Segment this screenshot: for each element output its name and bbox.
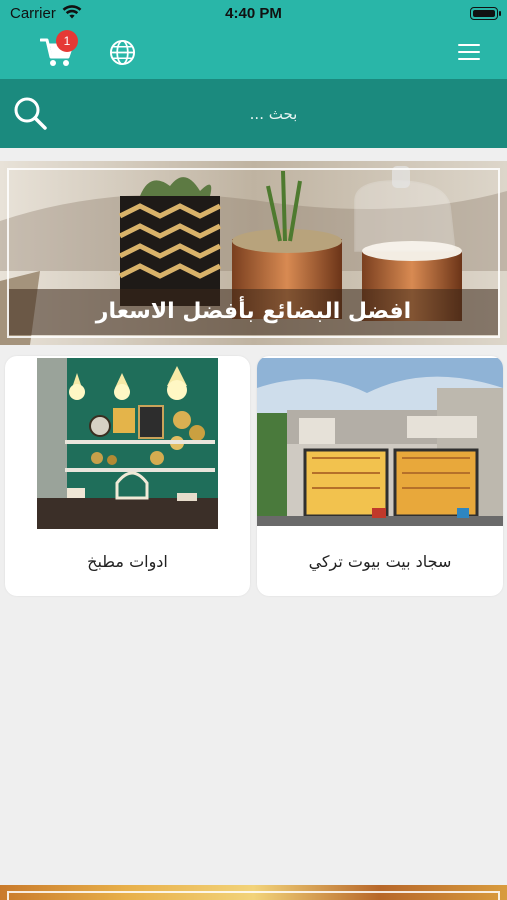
category-title: سجاد بيت بيوت تركي bbox=[308, 552, 452, 571]
search-icon[interactable] bbox=[13, 96, 47, 130]
status-bar: Carrier 4:40 PM bbox=[0, 0, 507, 28]
cart-count-badge: 1 bbox=[56, 30, 78, 52]
hamburger-menu-icon[interactable] bbox=[458, 43, 480, 61]
top-nav-bar: 1 bbox=[0, 28, 507, 79]
category-card[interactable]: ادوات مطبخ bbox=[5, 356, 250, 596]
globe-icon[interactable] bbox=[109, 39, 136, 66]
category-image bbox=[257, 358, 503, 526]
clock: 4:40 PM bbox=[225, 5, 282, 22]
search-input[interactable] bbox=[60, 99, 487, 129]
category-title: ادوات مطبخ bbox=[87, 552, 168, 571]
bottom-banner[interactable] bbox=[0, 885, 507, 900]
promo-banner[interactable]: افضل البضائع بأفضل الاسعار bbox=[0, 161, 507, 345]
search-bar bbox=[0, 79, 507, 148]
category-image bbox=[37, 358, 218, 529]
banner-caption: افضل البضائع بأفضل الاسعار bbox=[9, 289, 498, 335]
battery-icon bbox=[470, 7, 501, 20]
bottom-banner-frame bbox=[7, 891, 500, 900]
category-card[interactable]: سجاد بيت بيوت تركي bbox=[257, 356, 503, 596]
